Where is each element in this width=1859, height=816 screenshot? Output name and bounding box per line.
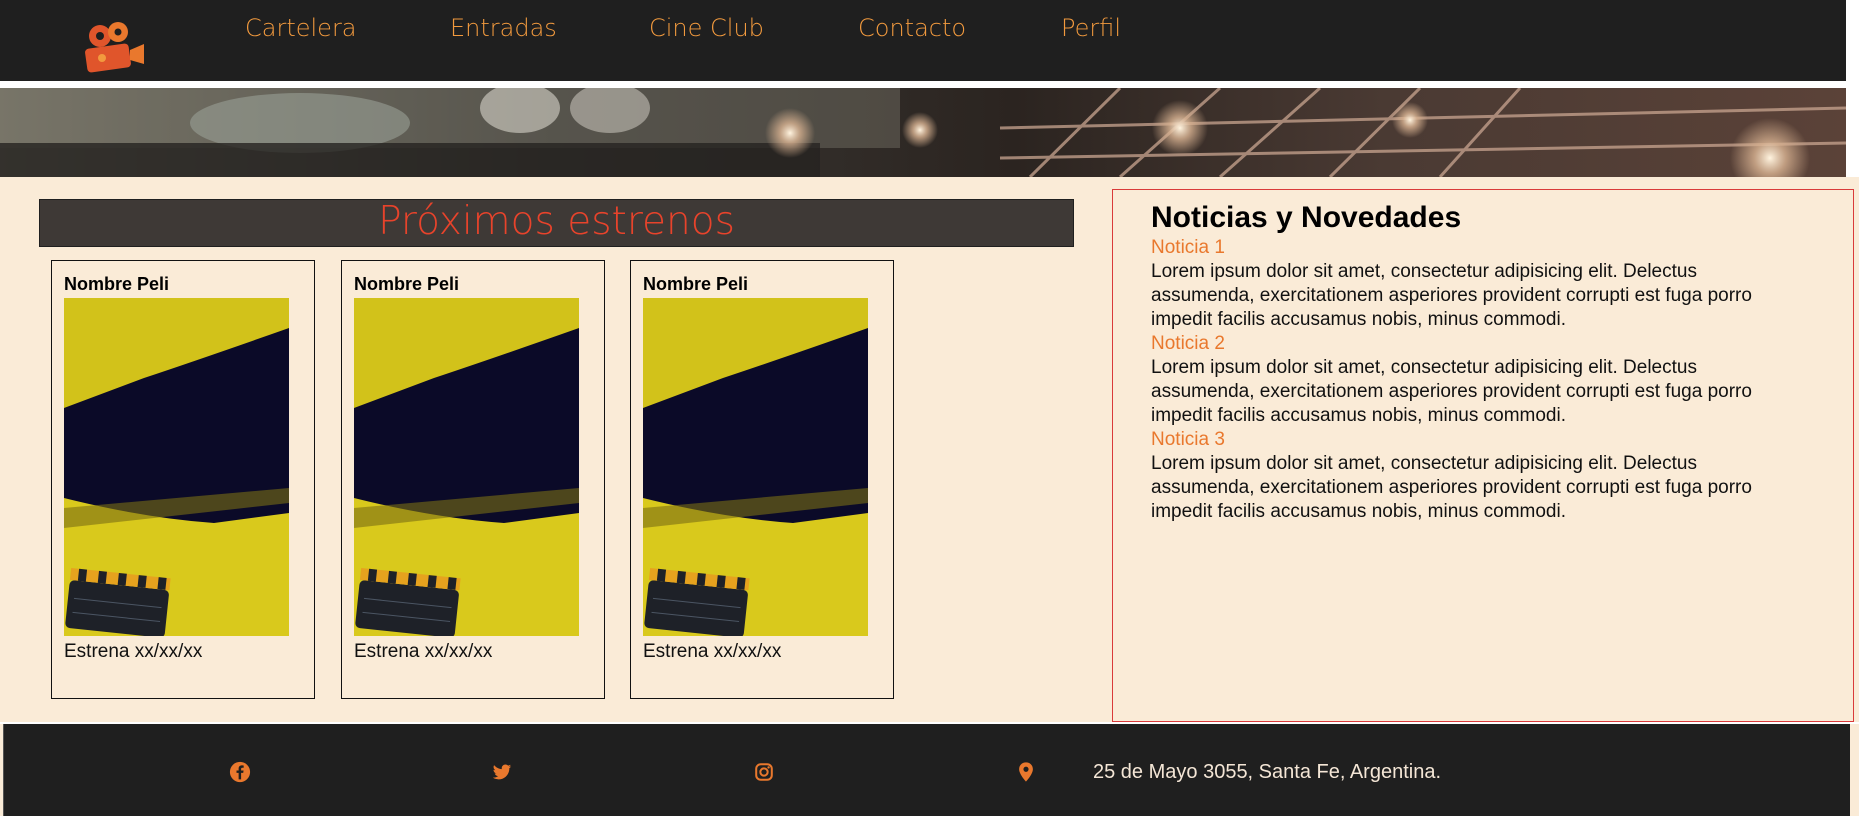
nav-link-entradas[interactable]: Entradas — [450, 14, 557, 42]
news-item-title[interactable]: Noticia 2 — [1151, 333, 1225, 355]
news-item-body: Lorem ipsum dolor sit amet, consectetur … — [1151, 261, 1752, 330]
nav-link-cine-club[interactable]: Cine Club — [649, 14, 764, 42]
movie-release-date: Estrena xx/xx/xx — [354, 641, 493, 662]
news-item-body: Lorem ipsum dolor sit amet, consectetur … — [1151, 453, 1752, 522]
movie-title: Nombre Peli — [354, 274, 460, 294]
edge-strip — [1846, 0, 1859, 177]
movie-card[interactable]: Nombre Peli Estrena xx/xx/xx — [51, 260, 315, 699]
movie-poster-image[interactable] — [643, 298, 868, 636]
film-projector-logo-icon[interactable] — [80, 18, 148, 74]
nav-link-perfil[interactable]: Perfil — [1061, 14, 1121, 42]
nav-link-cartelera[interactable]: Cartelera — [245, 14, 357, 42]
movie-poster-image[interactable] — [64, 298, 289, 636]
instagram-icon[interactable] — [753, 761, 775, 783]
news-item-title[interactable]: Noticia 3 — [1151, 429, 1225, 451]
movie-card[interactable]: Nombre Peli Estrena xx/xx/xx — [341, 260, 605, 699]
movie-title: Nombre Peli — [64, 274, 170, 294]
news-panel: Noticias y Novedades Noticia 1 Lorem ips… — [1112, 189, 1854, 722]
twitter-icon[interactable] — [491, 761, 513, 783]
news-item-title[interactable]: Noticia 1 — [1151, 237, 1225, 259]
movie-card[interactable]: Nombre Peli Estrena xx/xx/xx — [630, 260, 894, 699]
movie-release-date: Estrena xx/xx/xx — [64, 641, 203, 662]
movie-release-date: Estrena xx/xx/xx — [643, 641, 782, 662]
facebook-icon[interactable] — [229, 761, 251, 783]
nav-link-contacto[interactable]: Contacto — [858, 14, 966, 42]
footer-address: 25 de Mayo 3055, Santa Fe, Argentina. — [1093, 761, 1442, 783]
location-pin-icon — [1019, 762, 1033, 782]
navbar: Cartelera Entradas Cine Club Contacto Pe… — [0, 0, 1846, 81]
releases-title: Próximos estrenos — [39, 199, 1074, 247]
hero-banner-image — [0, 88, 1846, 177]
movie-title: Nombre Peli — [643, 274, 749, 294]
news-item-body: Lorem ipsum dolor sit amet, consectetur … — [1151, 357, 1752, 426]
nav-divider — [0, 81, 1846, 88]
news-title: Noticias y Novedades — [1151, 201, 1462, 234]
movie-poster-image[interactable] — [354, 298, 579, 636]
footer: 25 de Mayo 3055, Santa Fe, Argentina. — [3, 724, 1850, 816]
